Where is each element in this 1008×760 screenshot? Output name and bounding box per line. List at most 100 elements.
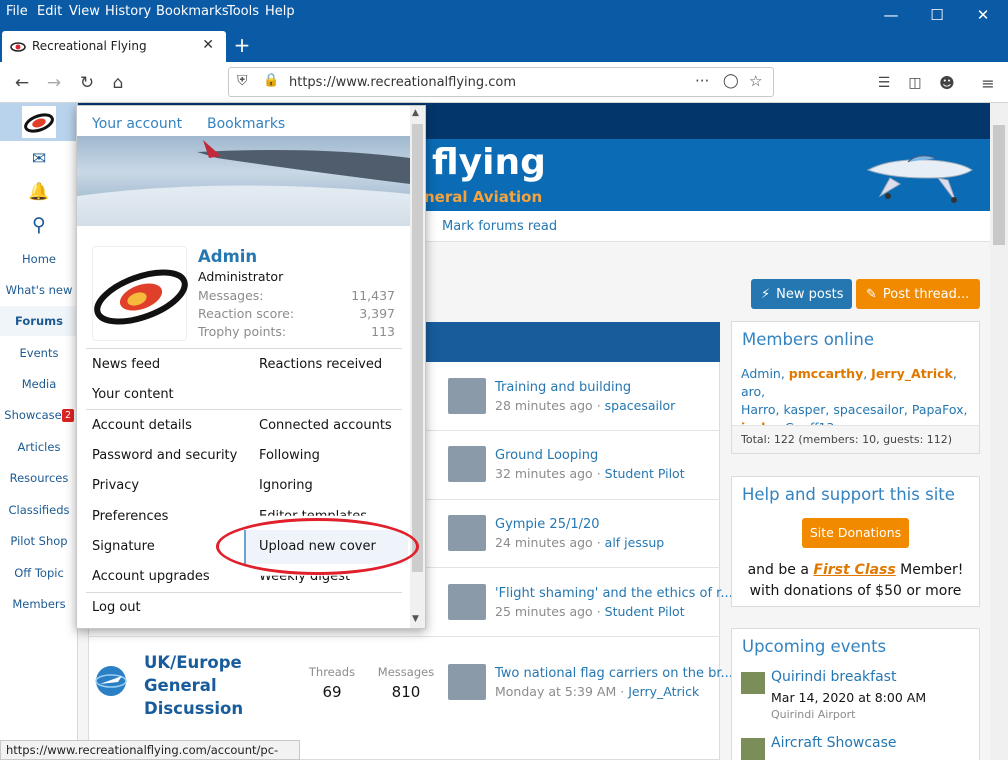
search-icon[interactable]: ⚲ [24, 214, 54, 236]
sidebar-item-whats-new[interactable]: What's new [0, 283, 78, 297]
menu-help[interactable]: Help [265, 4, 295, 19]
new-tab-icon[interactable]: + [232, 33, 252, 57]
new-posts-button[interactable]: ⚡ New posts [751, 279, 852, 309]
thread-time: 28 minutes ago [495, 398, 593, 413]
sidebar-item-members[interactable]: Members [0, 597, 78, 611]
sidebar-toggle-icon[interactable]: ◫ [903, 71, 927, 95]
member-link[interactable]: pmccarthy [789, 366, 863, 381]
tab-close-icon[interactable]: ✕ [202, 37, 214, 53]
sidebar-item-off-topic[interactable]: Off Topic [0, 566, 78, 580]
app-menu-icon[interactable]: ≡ [976, 71, 1000, 95]
back-icon[interactable]: ← [10, 71, 34, 95]
thread-user[interactable]: Jerry_Atrick [628, 684, 699, 699]
menu-password-security[interactable]: Password and security [92, 448, 237, 463]
latest-thread[interactable]: Ground Looping 32 minutes ago · Student … [448, 446, 720, 514]
post-thread-button[interactable]: ✎ Post thread... [856, 279, 980, 309]
sidebar-logo[interactable] [0, 103, 78, 141]
menu-connected-accounts[interactable]: Connected accounts [259, 418, 392, 433]
member-link[interactable]: Jerry_Atrick [871, 366, 953, 381]
menu-ignoring[interactable]: Ignoring [259, 478, 313, 493]
popup-scrollbar-thumb[interactable] [412, 124, 423, 572]
thread-title[interactable]: Two national flag carriers on the br... [495, 666, 733, 681]
latest-thread[interactable]: Training and building 28 minutes ago · s… [448, 378, 720, 446]
help-support-title: Help and support this site [742, 485, 955, 504]
thread-user[interactable]: Student Pilot [605, 466, 685, 481]
latest-thread[interactable]: 'Flight shaming' and the ethics of r... … [448, 584, 733, 652]
user-name[interactable]: Admin [198, 247, 257, 266]
forward-icon[interactable]: → [42, 71, 66, 95]
thread-title[interactable]: Training and building [495, 380, 631, 395]
stat-value: 113 [371, 324, 395, 339]
home-icon[interactable]: ⌂ [106, 71, 130, 95]
scroll-up-icon[interactable]: ▲ [412, 108, 419, 118]
thread-title[interactable]: 'Flight shaming' and the ethics of r... [495, 586, 733, 601]
menu-bookmarks[interactable]: Bookmarks [156, 4, 229, 19]
menu-history[interactable]: History [105, 4, 151, 19]
browser-tab[interactable]: Recreational Flying ✕ [2, 31, 226, 62]
maximize-icon[interactable]: ☐ [914, 0, 960, 30]
thread-user[interactable]: Student Pilot [605, 604, 685, 619]
menu-account-details[interactable]: Account details [92, 418, 192, 433]
upcoming-events-title[interactable]: Upcoming events [732, 629, 979, 656]
menu-edit[interactable]: Edit [37, 4, 62, 19]
menu-privacy[interactable]: Privacy [92, 478, 139, 493]
thread-user[interactable]: spacesailor [605, 398, 676, 413]
member-link[interactable]: Admin [741, 366, 781, 381]
mark-forums-read-link[interactable]: Mark forums read [442, 219, 557, 234]
library-icon[interactable]: ☰ [872, 71, 896, 95]
event-thumbnail [741, 672, 765, 694]
sidebar-item-resources[interactable]: Resources [0, 471, 78, 485]
scroll-down-icon[interactable]: ▼ [412, 614, 419, 624]
menu-log-out[interactable]: Log out [92, 600, 141, 615]
bell-icon[interactable]: 🔔 [24, 182, 54, 202]
url-bar[interactable]: ⛨ 🔒 https://www.recreationalflying.com ·… [228, 67, 774, 97]
site-subtitle: neral Aviation [424, 188, 543, 206]
sidebar-item-articles[interactable]: Articles [0, 440, 78, 454]
member-link[interactable]: aro, [741, 384, 765, 399]
event-title[interactable]: Quirindi breakfast [771, 669, 896, 685]
sidebar-item-pilot-shop[interactable]: Pilot Shop [0, 534, 78, 548]
sidebar-item-classifieds[interactable]: Classifieds [0, 503, 78, 517]
mail-icon[interactable]: ✉ [24, 149, 54, 169]
menu-file[interactable]: File [6, 4, 28, 19]
bookmark-star-icon[interactable]: ☆ [749, 72, 762, 90]
members-online-title[interactable]: Members online [732, 322, 979, 349]
menu-your-content[interactable]: Your content [92, 387, 174, 402]
menu-news-feed[interactable]: News feed [92, 357, 160, 372]
sidebar-item-media[interactable]: Media [0, 377, 78, 391]
site-donations-button[interactable]: Site Donations [802, 518, 909, 548]
close-window-icon[interactable]: ✕ [960, 0, 1006, 30]
pocket-icon[interactable]: ◯ [723, 73, 739, 89]
thread-title[interactable]: Gympie 25/1/20 [495, 517, 600, 532]
menu-account-upgrades[interactable]: Account upgrades [92, 569, 210, 584]
minimize-icon[interactable]: — [868, 0, 914, 30]
latest-thread[interactable]: Gympie 25/1/20 24 minutes ago · alf jess… [448, 515, 720, 583]
thread-user[interactable]: alf jessup [605, 535, 665, 550]
sidebar-item-home[interactable]: Home [0, 252, 78, 266]
first-class-link[interactable]: First Class [813, 562, 895, 578]
forum-title-line: Discussion [144, 699, 244, 718]
menu-signature[interactable]: Signature [92, 539, 155, 554]
menu-reactions-received[interactable]: Reactions received [259, 357, 382, 372]
menu-tools[interactable]: Tools [227, 4, 259, 19]
lock-icon[interactable]: 🔒 [263, 73, 279, 88]
menu-view[interactable]: View [69, 4, 100, 19]
menu-following[interactable]: Following [259, 448, 320, 463]
shield-icon[interactable]: ⛨ [237, 73, 248, 89]
reload-icon[interactable]: ↻ [75, 71, 99, 95]
forum-title[interactable]: UK/Europe General Discussion [144, 651, 243, 720]
thread-title[interactable]: Ground Looping [495, 448, 598, 463]
avatar[interactable] [92, 246, 188, 341]
event-title[interactable]: Aircraft Showcase [771, 735, 897, 751]
tab-your-account[interactable]: Your account [92, 116, 182, 132]
page-actions-icon[interactable]: ··· [695, 72, 709, 90]
site-name[interactable]: flying [432, 142, 546, 183]
member-links[interactable]: Harro, kasper, spacesailor, PapaFox, [741, 401, 975, 419]
sidebar-item-forums[interactable]: Forums [0, 314, 78, 328]
page-scrollbar[interactable] [990, 103, 1008, 760]
latest-thread[interactable]: Two national flag carriers on the br... … [448, 664, 733, 732]
menu-preferences[interactable]: Preferences [92, 509, 168, 524]
account-icon[interactable]: ☻ [935, 71, 959, 95]
tab-bookmarks[interactable]: Bookmarks [207, 116, 285, 132]
sidebar-item-events[interactable]: Events [0, 346, 78, 360]
